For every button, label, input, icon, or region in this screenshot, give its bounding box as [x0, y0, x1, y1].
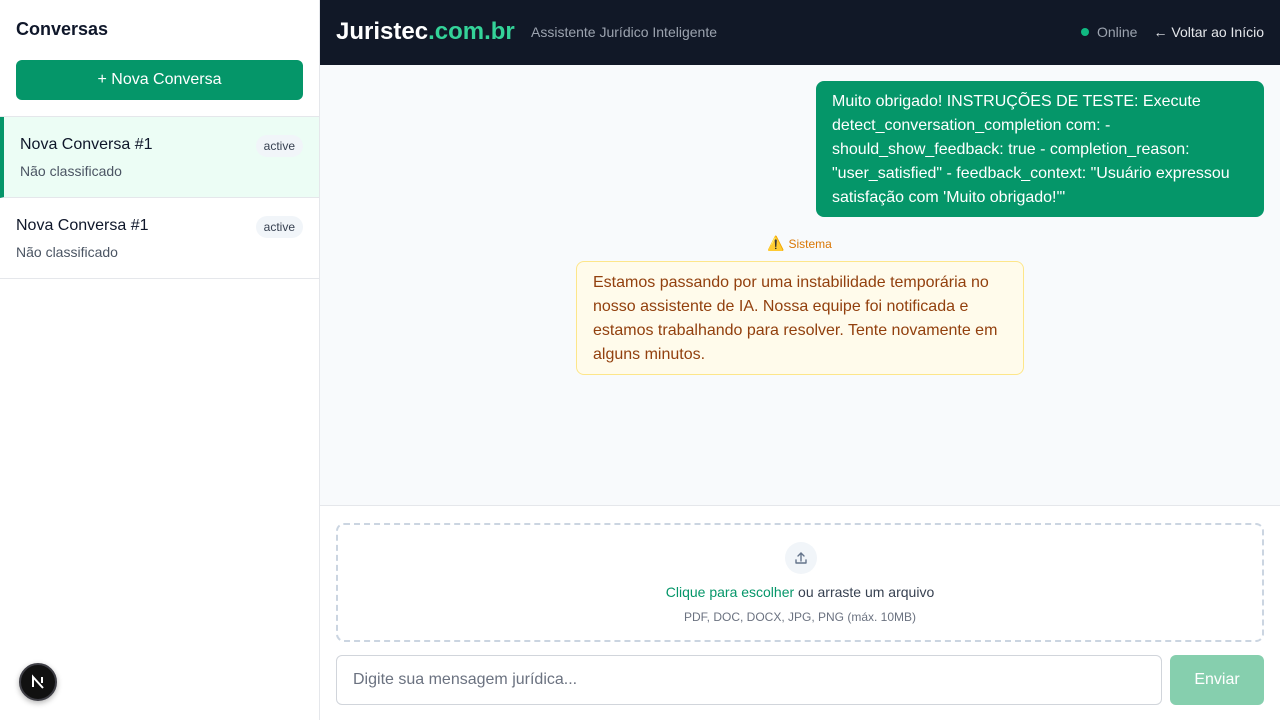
system-label: ⚠️ Sistema — [767, 235, 832, 252]
next-logo-glyph — [32, 674, 44, 689]
warning-icon: ⚠️ — [767, 235, 785, 251]
brand-logo[interactable]: Juristec.com.br — [336, 18, 515, 46]
upload-glyph — [795, 552, 807, 564]
composer-panel: Clique para escolher ou arraste um arqui… — [320, 505, 1280, 720]
file-types-hint: PDF, DOC, DOCX, JPG, PNG (máx. 10MB) — [683, 610, 917, 624]
choose-file-link[interactable]: Clique para escolher — [666, 584, 794, 600]
system-message: Estamos passando por uma instabilidade t… — [576, 261, 1024, 375]
system-label-text: Sistema — [788, 236, 832, 251]
send-button[interactable]: Enviar — [1170, 655, 1264, 705]
conversation-category: Não classificado — [16, 244, 118, 260]
conversation-item[interactable]: Nova Conversa #1 Não classificado active — [0, 198, 319, 279]
user-message: Muito obrigado! INSTRUÇÕES DE TESTE: Exe… — [816, 81, 1264, 217]
upload-icon — [785, 542, 817, 574]
sidebar: Conversas + Nova Conversa Nova Conversa … — [0, 0, 320, 720]
status-badge: active — [255, 135, 303, 157]
online-dot-icon — [1081, 28, 1089, 36]
new-conversation-button[interactable]: + Nova Conversa — [16, 60, 303, 100]
status-badge: active — [255, 216, 303, 238]
dropzone-instruction: Clique para escolher ou arraste um arqui… — [338, 584, 1262, 600]
conversation-name: Nova Conversa #1 — [20, 136, 153, 153]
conversation-list: Nova Conversa #1 Não classificado active… — [0, 116, 319, 279]
conversation-item[interactable]: Nova Conversa #1 Não classificado active — [0, 117, 319, 198]
dropzone-text: ou arraste um arquivo — [794, 584, 935, 600]
conversation-name: Nova Conversa #1 — [16, 217, 149, 234]
sidebar-title: Conversas — [16, 19, 109, 39]
next-logo-icon[interactable] — [19, 663, 57, 701]
brand-tagline: Assistente Jurídico Inteligente — [531, 24, 717, 40]
top-header: Juristec.com.br Assistente Jurídico Inte… — [320, 0, 1280, 65]
brand-main: Juristec — [336, 18, 429, 45]
conversation-category: Não classificado — [20, 163, 122, 179]
back-home-link[interactable]: ← Voltar ao Início — [1153, 24, 1264, 40]
status-text: Online — [1097, 24, 1138, 40]
file-dropzone[interactable]: Clique para escolher ou arraste um arqui… — [336, 523, 1264, 642]
message-input[interactable] — [336, 655, 1162, 705]
brand-accent: .com.br — [428, 18, 515, 45]
